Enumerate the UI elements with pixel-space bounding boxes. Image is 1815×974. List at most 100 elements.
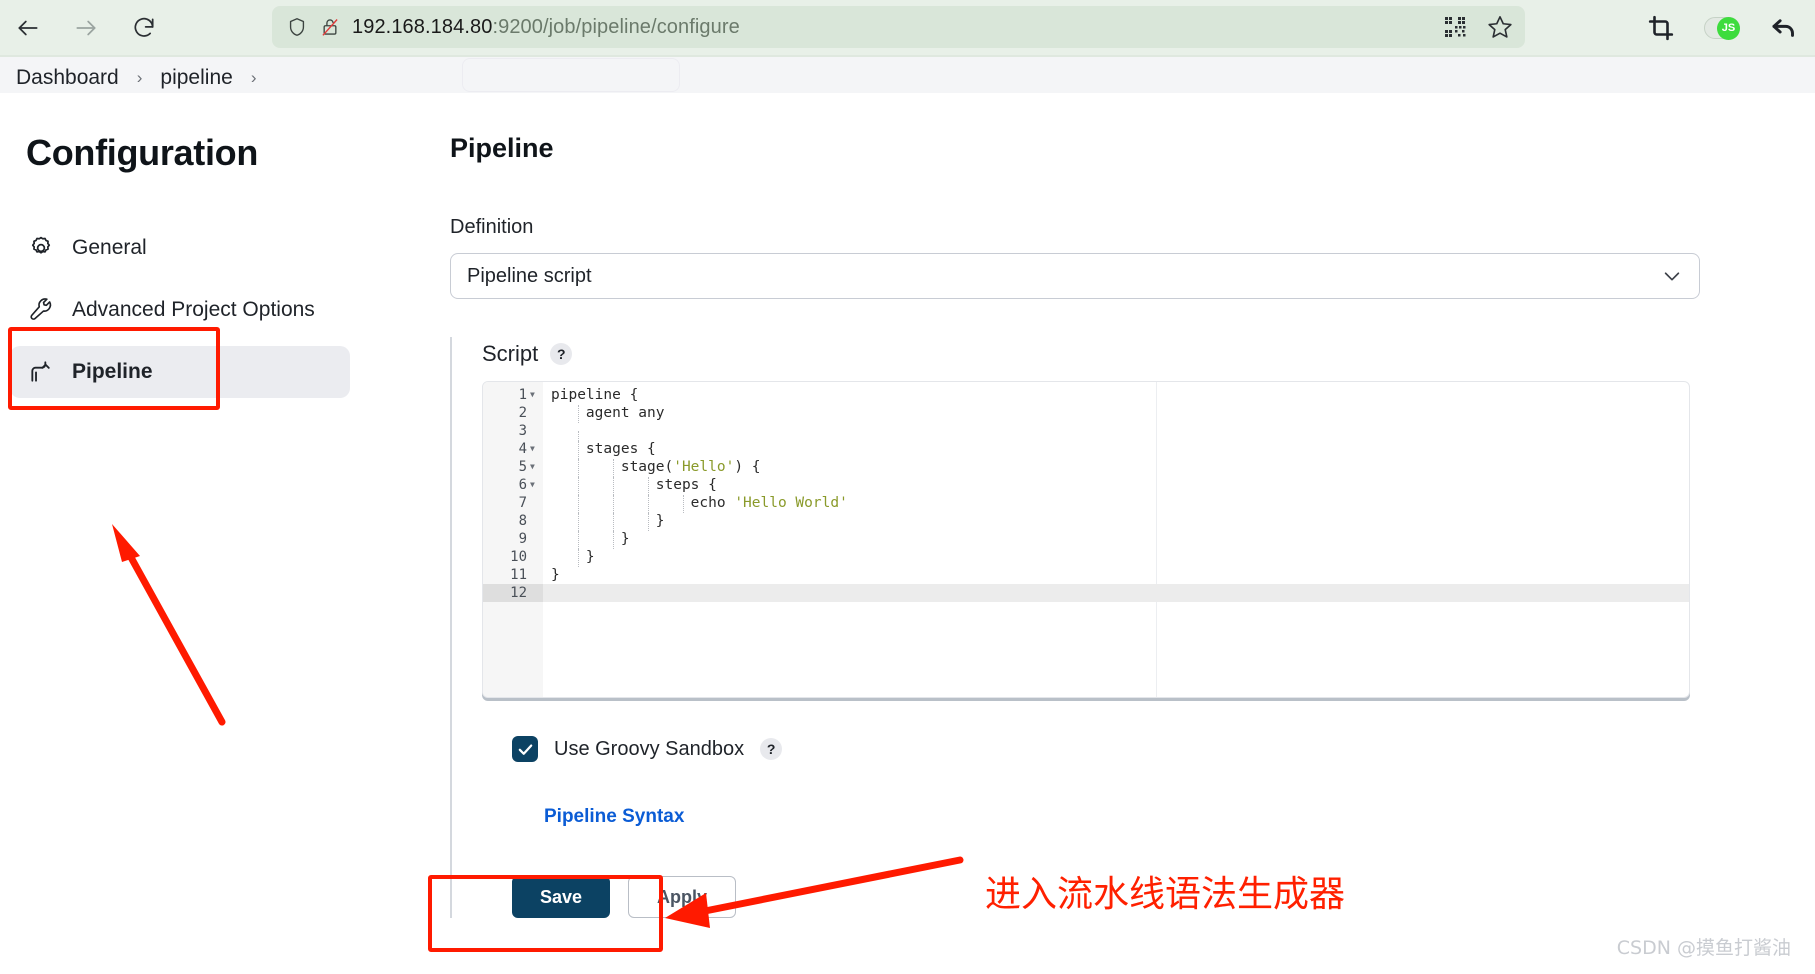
annotation-note-text: 进入流水线语法生成器 — [985, 874, 1346, 915]
indent-guide — [612, 459, 614, 477]
qr-code-icon[interactable] — [1443, 15, 1467, 39]
editor-line-text: } — [551, 513, 665, 531]
indent-guide — [577, 513, 579, 531]
chevron-down-icon — [1661, 265, 1683, 287]
main-column: Pipeline Definition Pipeline script Scri… — [450, 100, 1740, 918]
editor-line: 12▼ — [483, 584, 1689, 602]
back-button[interactable] — [12, 12, 44, 44]
editor-line-number: 1 ▼ — [483, 386, 543, 404]
reload-button[interactable] — [128, 12, 160, 44]
breadcrumb-item-pipeline[interactable]: pipeline — [152, 66, 240, 90]
indent-guide — [612, 513, 614, 531]
use-groovy-sandbox-label: Use Groovy Sandbox — [554, 737, 745, 760]
fold-caret-icon[interactable]: ▼ — [530, 463, 539, 471]
use-groovy-sandbox-checkbox[interactable] — [512, 736, 538, 762]
editor-line-number: 11▼ — [510, 567, 527, 583]
indent-guide — [577, 459, 579, 477]
sidebar-item-general[interactable]: General — [10, 222, 350, 274]
editor-line: 3▼ — [483, 422, 1689, 449]
breadcrumb-item-dashboard[interactable]: Dashboard — [8, 66, 127, 90]
page-title: Configuration — [26, 132, 259, 173]
definition-selected-value: Pipeline script — [467, 264, 592, 287]
editor-line-number: 7▼ — [518, 495, 527, 511]
editor-line-number: 3▼ — [518, 423, 527, 439]
editor-line: 4 ▼ stages { — [483, 440, 1689, 459]
pipeline-icon — [28, 359, 54, 385]
shield-icon — [286, 16, 308, 38]
editor-line-number: 4 ▼ — [483, 440, 543, 458]
fold-caret-icon[interactable]: ▼ — [530, 391, 539, 399]
editor-line-text: } — [551, 549, 595, 567]
sidebar-item-advanced-project-options[interactable]: Advanced Project Options — [10, 284, 350, 336]
indent-guide — [612, 477, 614, 495]
indent-guide — [647, 477, 649, 495]
apply-button[interactable]: Apply — [628, 876, 737, 918]
editor-line-number: 8▼ — [518, 513, 527, 529]
javascript-toggle[interactable]: JS — [1704, 16, 1740, 40]
wrench-icon — [28, 297, 54, 323]
save-button[interactable]: Save — [512, 876, 611, 918]
address-bar[interactable]: 192.168.184.80:9200/job/pipeline/configu… — [272, 6, 1525, 48]
undo-arrow-icon[interactable] — [1770, 14, 1797, 41]
sandbox-help-icon[interactable]: ? — [760, 738, 783, 760]
editor-line: 8▼ } — [483, 512, 1689, 531]
editor-line: 6 ▼ steps { — [483, 476, 1689, 495]
editor-line-number: 12▼ — [483, 584, 543, 602]
browser-toolbar: 192.168.184.80:9200/job/pipeline/configu… — [0, 0, 1815, 55]
indent-guide — [682, 495, 684, 513]
editor-line: 10▼ } — [483, 548, 1689, 567]
editor-line-text: stage('Hello') { — [551, 459, 761, 477]
sidebar-item-label: Pipeline — [72, 360, 153, 383]
crop-capture-icon[interactable] — [1648, 15, 1674, 41]
indent-guide — [577, 495, 579, 513]
configuration-sidebar: Configuration General Advanced Project O… — [0, 100, 430, 974]
editor-line-number: 2▼ — [518, 405, 527, 421]
groovy-sandbox-row: Use Groovy Sandbox ? — [482, 736, 1700, 762]
page-content: Configuration General Advanced Project O… — [0, 100, 1815, 974]
sidebar-nav: General Advanced Project Options Pipelin… — [0, 222, 430, 398]
indent-guide — [577, 477, 579, 495]
insecure-connection-icon[interactable] — [320, 16, 340, 38]
editor-line: 7▼ echo 'Hello World' — [483, 494, 1689, 513]
sidebar-item-label: General — [72, 236, 147, 259]
sidebar-item-label: Advanced Project Options — [72, 298, 315, 321]
editor-line: 9▼ } — [483, 530, 1689, 549]
definition-label: Definition — [450, 216, 534, 238]
editor-line-text: } — [551, 531, 630, 549]
editor-line-text: stages { — [551, 441, 656, 459]
breadcrumb-separator-trailing: › — [250, 68, 257, 87]
script-label: Script — [482, 341, 539, 366]
indent-guide — [577, 441, 579, 459]
editor-line-number: 10▼ — [510, 549, 527, 565]
sidebar-item-pipeline[interactable]: Pipeline — [10, 346, 350, 398]
editor-code-rows: 1▼pipeline {2▼ agent any3▼4▼ stages {5▼ … — [483, 386, 1689, 602]
breadcrumb: Dashboard › pipeline › — [0, 57, 1815, 99]
editor-line-text: agent any — [551, 405, 665, 423]
star-bookmark-icon[interactable] — [1487, 14, 1513, 40]
section-title: Pipeline — [450, 133, 554, 163]
indent-guide — [647, 513, 649, 531]
fold-caret-icon[interactable]: ▼ — [530, 445, 539, 453]
url-text: 192.168.184.80:9200/job/pipeline/configu… — [352, 15, 740, 38]
fold-caret-icon[interactable]: ▼ — [530, 481, 539, 489]
gear-icon — [28, 235, 54, 261]
script-help-icon[interactable]: ? — [550, 343, 573, 365]
definition-select[interactable]: Pipeline script — [450, 253, 1700, 299]
js-toggle-label: JS — [1717, 16, 1740, 40]
editor-line-number: 5 ▼ — [483, 458, 543, 476]
script-panel: Script ? 1▼pipeline {2▼ agent any3▼4▼ st… — [450, 337, 1700, 918]
editor-line-text: pipeline { — [551, 387, 639, 403]
groovy-script-editor[interactable]: 1▼pipeline {2▼ agent any3▼4▼ stages {5▼ … — [482, 381, 1690, 698]
pipeline-syntax-link[interactable]: Pipeline Syntax — [544, 806, 684, 828]
indent-guide — [612, 495, 614, 513]
editor-line: 5 ▼ stage('Hello') { — [483, 458, 1689, 477]
editor-line: 2▼ agent any — [483, 404, 1689, 423]
editor-line: 1 ▼ pipeline { — [483, 386, 1689, 404]
indent-guide — [577, 549, 579, 567]
watermark: CSDN @摸鱼打酱油 — [1616, 937, 1791, 959]
forward-button[interactable] — [70, 12, 102, 44]
indent-guide — [612, 531, 614, 549]
editor-line-number: 6 ▼ — [483, 476, 543, 494]
editor-line-text: echo 'Hello World' — [551, 495, 848, 513]
editor-line-text: } — [551, 567, 560, 583]
